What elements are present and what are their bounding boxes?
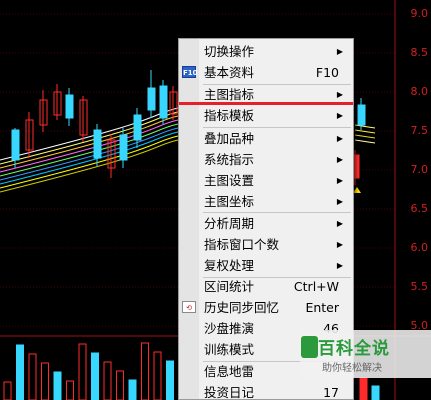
- volume-bar: [141, 342, 149, 400]
- volume-bar: [371, 385, 380, 400]
- signal-marker-icon: [353, 187, 361, 193]
- candle-body: [147, 87, 156, 111]
- candle-body: [11, 129, 20, 161]
- submenu-arrow-icon: ▶: [336, 219, 343, 228]
- submenu-arrow-icon: ▶: [336, 155, 343, 164]
- menu-item-analysis-period[interactable]: 分析周期 ▶: [179, 213, 353, 234]
- menu-item-price-adjustment[interactable]: 复权处理 ▶: [179, 255, 353, 276]
- menu-item-history-sync[interactable]: ⟲ 历史同步回忆 Enter: [179, 297, 353, 318]
- ma-line: [0, 119, 179, 173]
- submenu-arrow-icon: ▶: [336, 176, 343, 185]
- price-axis-label: 5.5: [410, 280, 429, 293]
- menu-item-label: 基本资料: [204, 65, 255, 80]
- menu-item-label: 系统指示: [204, 152, 255, 167]
- menu-item-label: 叠加品种: [204, 131, 255, 146]
- menu-item-range-statistics[interactable]: 区间统计 Ctrl+W: [179, 276, 353, 297]
- candle-body: [133, 114, 142, 141]
- menu-item-label: 指标模板: [204, 108, 255, 123]
- submenu-arrow-icon: ▶: [336, 240, 343, 249]
- price-axis-label: 8.0: [410, 85, 429, 98]
- candle-body: [65, 94, 74, 119]
- price-axis-label: 7.0: [410, 163, 429, 176]
- candle-body: [93, 129, 102, 159]
- price-axis-label: 8.5: [410, 46, 429, 59]
- menu-item-shortcut: Ctrl+W: [293, 279, 339, 294]
- menu-item-label: 主图坐标: [204, 194, 255, 209]
- volume-bar: [41, 362, 49, 400]
- ma-line: [354, 139, 376, 144]
- menu-item-label: 沙盘推演: [204, 321, 255, 336]
- menu-item-overlay-symbol[interactable]: 叠加品种 ▶: [179, 128, 353, 149]
- history-sync-icon: ⟲: [182, 301, 196, 313]
- ma-line: [0, 131, 179, 185]
- ma-line: [0, 115, 179, 169]
- menu-item-label: 复权处理: [204, 258, 255, 273]
- volume-bar: [153, 351, 162, 400]
- menu-item-shortcut: Enter: [305, 300, 339, 315]
- menu-item-label: 训练模式: [204, 342, 255, 357]
- volume-bar: [359, 377, 368, 400]
- volume-bar: [3, 381, 12, 400]
- menu-item-shortcut: F10: [315, 65, 339, 80]
- ma-line: [0, 139, 179, 193]
- menu-item-indicator-window-count[interactable]: 指标窗口个数 ▶: [179, 234, 353, 255]
- submenu-arrow-icon: ▶: [336, 197, 343, 206]
- price-axis-label: 6.5: [410, 202, 429, 215]
- menu-item-label: 信息地雷: [204, 364, 255, 379]
- watermark-title: 百科全说: [318, 339, 390, 359]
- volume-bar: [53, 371, 62, 400]
- menu-item-label: 历史同步回忆: [204, 300, 280, 315]
- submenu-arrow-icon: ▶: [336, 134, 343, 143]
- submenu-arrow-icon: ▶: [336, 47, 343, 56]
- menu-item-system-indicator[interactable]: 系统指示 ▶: [179, 149, 353, 170]
- chart-markers: [353, 187, 361, 193]
- menu-item-basic-info[interactable]: F10 基本资料 F10: [179, 62, 353, 83]
- price-axis-label: 6.0: [410, 241, 429, 254]
- menu-item-shortcut: 17: [323, 385, 339, 400]
- volume-bar: [91, 352, 99, 400]
- ma-line: [0, 127, 179, 181]
- menu-item-label: 分析周期: [204, 216, 255, 231]
- menu-item-main-chart-settings[interactable]: 主图设置 ▶: [179, 170, 353, 191]
- volume-bar: [116, 370, 124, 400]
- site-watermark: 百科全说 助你轻松解决: [300, 330, 431, 378]
- volume-bar: [28, 353, 37, 400]
- volume-bar: [16, 344, 24, 400]
- menu-item-label: 区间统计: [204, 279, 255, 294]
- volume-bar: [66, 380, 74, 400]
- volume-bar: [166, 360, 174, 400]
- menu-item-label: 投资日记: [204, 385, 255, 400]
- volume-bar: [78, 343, 87, 400]
- candle-body: [159, 85, 168, 119]
- price-axis-label: 9.0: [410, 7, 429, 20]
- ma-line: [0, 135, 179, 189]
- submenu-arrow-icon: ▶: [336, 261, 343, 270]
- menu-item-label: 主图设置: [204, 173, 255, 188]
- ma-line: [354, 134, 376, 139]
- watermark-subtitle: 助你轻松解决: [322, 363, 382, 374]
- menu-item-switch-operation[interactable]: 切换操作 ▶: [179, 41, 353, 62]
- submenu-arrow-icon: ▶: [336, 111, 343, 120]
- menu-item-main-chart-axis[interactable]: 主图坐标 ▶: [179, 191, 353, 212]
- price-axis-label: 7.5: [410, 124, 429, 137]
- candle-body: [357, 104, 366, 126]
- menu-item-indicator-template[interactable]: 指标模板 ▶: [179, 105, 353, 126]
- f10-icon: F10: [182, 66, 198, 78]
- menu-item-label: 切换操作: [204, 44, 255, 59]
- volume-bar: [128, 379, 137, 400]
- menu-item-investment-diary[interactable]: 投资日记 17: [179, 382, 353, 400]
- menu-item-label: 指标窗口个数: [204, 237, 280, 252]
- site-logo-icon: [301, 336, 318, 358]
- candle-body: [119, 134, 128, 161]
- volume-bar: [103, 361, 112, 400]
